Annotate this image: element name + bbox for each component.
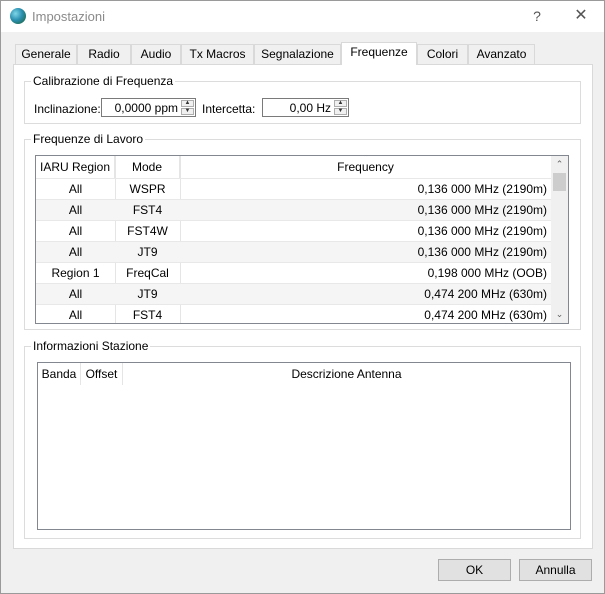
- table-row[interactable]: All JT9 0,136 000 MHz (2190m): [36, 241, 551, 262]
- column-header-frequency[interactable]: ⌃ Frequency: [180, 156, 551, 178]
- help-button[interactable]: ?: [525, 5, 549, 27]
- slope-value: 0,0000 ppm: [114, 101, 178, 115]
- slope-spin-arrows: ▲ ▼: [181, 100, 194, 115]
- cell-frequency: 0,198 000 MHz (OOB): [427, 266, 547, 280]
- table-row[interactable]: All JT9 0,474 200 MHz (630m): [36, 283, 551, 304]
- tab-colori[interactable]: Colori: [417, 44, 468, 65]
- working-frequencies-title: Frequenze di Lavoro: [31, 132, 146, 146]
- cell-frequency: 0,136 000 MHz (2190m): [417, 245, 547, 259]
- close-button[interactable]: ✕: [569, 5, 593, 27]
- table-row[interactable]: All FST4 0,474 200 MHz (630m): [36, 304, 551, 323]
- cell-mode: FST4W: [127, 224, 168, 238]
- column-header-offset[interactable]: Offset: [81, 363, 123, 385]
- cell-mode: JT9: [137, 287, 158, 301]
- intercept-label: Intercetta:: [202, 102, 256, 116]
- settings-dialog: Impostazioni ? ✕ Generale Radio Audio Tx…: [0, 0, 605, 594]
- tab-frequenze[interactable]: Frequenze: [341, 42, 417, 65]
- slope-up-arrow-icon[interactable]: ▲: [181, 100, 194, 107]
- station-table-header: ⌃ Banda Offset Descrizione Antenna: [38, 363, 570, 385]
- calibration-group: Calibrazione di Frequenza Inclinazione: …: [24, 74, 581, 124]
- slope-label: Inclinazione:: [34, 102, 101, 116]
- cell-frequency: 0,136 000 MHz (2190m): [417, 203, 547, 217]
- cell-frequency: 0,474 200 MHz (630m): [424, 308, 547, 322]
- cell-mode: WSPR: [129, 182, 166, 196]
- column-header-mode[interactable]: Mode: [115, 156, 180, 178]
- frequencies-scrollbar[interactable]: ⌃ ⌄: [551, 156, 568, 323]
- tab-generale[interactable]: Generale: [15, 44, 77, 65]
- cell-mode: FST4: [132, 308, 163, 322]
- cell-region: All: [68, 245, 83, 259]
- cell-mode: JT9: [137, 245, 158, 259]
- cell-region: All: [68, 182, 83, 196]
- cell-region: All: [68, 287, 83, 301]
- table-row[interactable]: All FST4 0,136 000 MHz (2190m): [36, 199, 551, 220]
- table-row[interactable]: All FST4W 0,136 000 MHz (2190m): [36, 220, 551, 241]
- column-header-banda-label: Banda: [41, 367, 77, 381]
- intercept-down-arrow-icon[interactable]: ▼: [334, 108, 347, 115]
- sort-ascending-icon: ⌃: [362, 155, 369, 162]
- cell-frequency: 0,136 000 MHz (2190m): [417, 182, 547, 196]
- working-frequencies-group: Frequenze di Lavoro IARU Region Mode ⌃ F…: [24, 132, 581, 330]
- intercept-spin-arrows: ▲ ▼: [334, 100, 347, 115]
- cell-mode: FreqCal: [126, 266, 169, 280]
- cell-region: All: [68, 203, 83, 217]
- slope-spinbox[interactable]: 0,0000 ppm ▲ ▼: [101, 98, 196, 117]
- station-info-title: Informazioni Stazione: [31, 339, 151, 353]
- frequenze-panel: Calibrazione di Frequenza Inclinazione: …: [13, 64, 593, 549]
- tab-radio[interactable]: Radio: [77, 44, 131, 65]
- scroll-down-arrow-icon[interactable]: ⌄: [551, 306, 568, 323]
- cell-region: All: [68, 224, 83, 238]
- column-header-iaru-region[interactable]: IARU Region: [36, 156, 115, 178]
- slope-down-arrow-icon[interactable]: ▼: [181, 108, 194, 115]
- globe-icon: [10, 8, 26, 24]
- column-header-frequency-label: Frequency: [337, 160, 394, 174]
- cell-region: Region 1: [51, 266, 100, 280]
- intercept-up-arrow-icon[interactable]: ▲: [334, 100, 347, 107]
- intercept-spinbox[interactable]: 0,00 Hz ▲ ▼: [262, 98, 349, 117]
- station-table[interactable]: ⌃ Banda Offset Descrizione Antenna: [37, 362, 571, 530]
- title-bar: Impostazioni ? ✕: [1, 1, 604, 32]
- ok-button[interactable]: OK: [438, 559, 511, 581]
- tab-segnalazione[interactable]: Segnalazione: [254, 44, 341, 65]
- table-row[interactable]: All WSPR 0,136 000 MHz (2190m): [36, 178, 551, 199]
- cell-mode: FST4: [132, 203, 163, 217]
- intercept-value: 0,00 Hz: [289, 101, 331, 115]
- frequencies-table[interactable]: IARU Region Mode ⌃ Frequency All WSPR 0,…: [35, 155, 569, 324]
- scroll-up-arrow-icon[interactable]: ⌃: [551, 156, 568, 173]
- scrollbar-thumb[interactable]: [553, 173, 566, 191]
- tab-audio[interactable]: Audio: [131, 44, 181, 65]
- sort-ascending-icon: ⌃: [55, 362, 62, 369]
- column-header-descrizione-antenna[interactable]: Descrizione Antenna: [123, 363, 570, 385]
- station-info-group: Informazioni Stazione ⌃ Banda Offset Des…: [24, 339, 581, 539]
- window-title: Impostazioni: [32, 9, 105, 24]
- calibration-group-title: Calibrazione di Frequenza: [31, 74, 176, 88]
- cell-frequency: 0,474 200 MHz (630m): [424, 287, 547, 301]
- cancel-button[interactable]: Annulla: [519, 559, 592, 581]
- tab-avanzato[interactable]: Avanzato: [468, 44, 535, 65]
- cell-region: All: [68, 308, 83, 322]
- table-row[interactable]: Region 1 FreqCal 0,198 000 MHz (OOB): [36, 262, 551, 283]
- tab-tx-macros[interactable]: Tx Macros: [181, 44, 254, 65]
- cell-frequency: 0,136 000 MHz (2190m): [417, 224, 547, 238]
- frequencies-table-header: IARU Region Mode ⌃ Frequency: [36, 156, 551, 178]
- column-header-banda[interactable]: ⌃ Banda: [38, 363, 81, 385]
